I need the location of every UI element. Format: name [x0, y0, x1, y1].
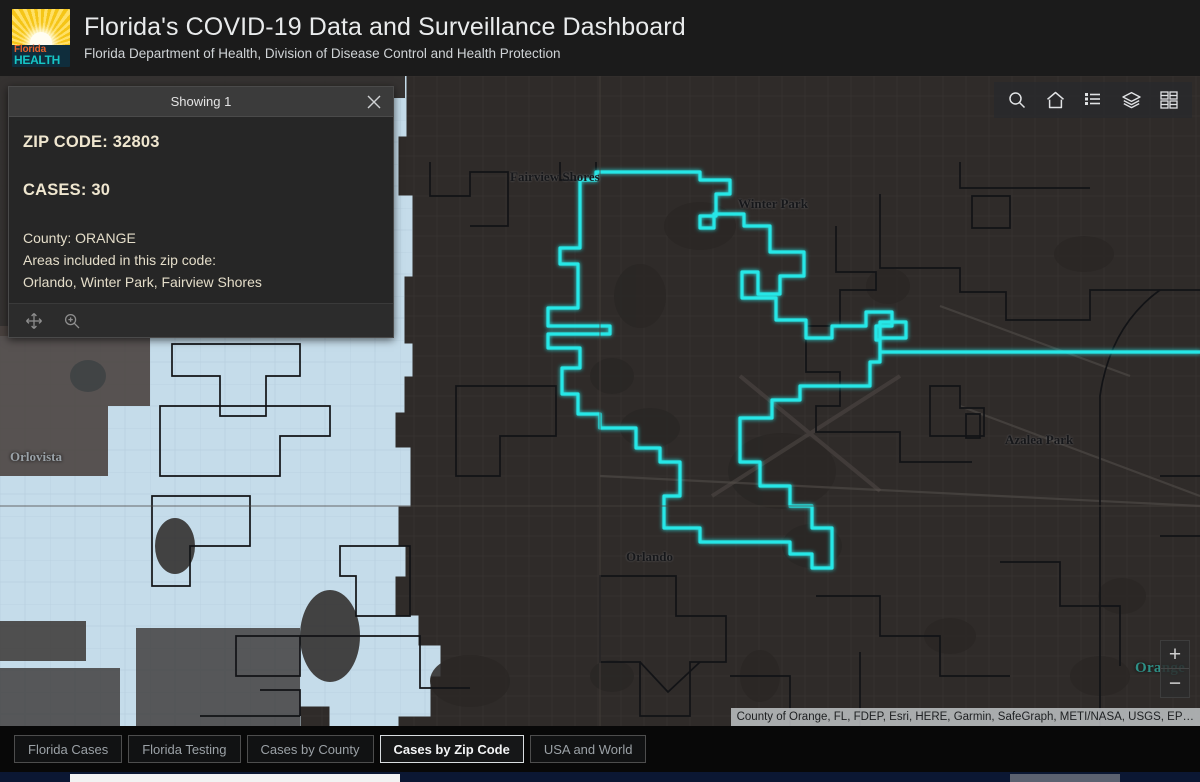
- logo-health-text: HEALTH: [14, 53, 60, 67]
- tab-florida-cases[interactable]: Florida Cases: [14, 735, 123, 763]
- basemap-icon[interactable]: [1156, 87, 1182, 113]
- popup-title: Showing 1: [170, 94, 232, 109]
- legend-icon[interactable]: [1080, 87, 1106, 113]
- header-text-block: Florida's COVID-19 Data and Surveillance…: [84, 12, 686, 64]
- florida-health-logo: Florida HEALTH: [12, 9, 70, 67]
- zoom-in-button[interactable]: +: [1161, 641, 1189, 669]
- app-header: Florida HEALTH Florida's COVID-19 Data a…: [0, 0, 1200, 76]
- background-window-edge: [70, 774, 400, 782]
- layers-icon[interactable]: [1118, 87, 1144, 113]
- zoom-out-button[interactable]: −: [1161, 669, 1189, 697]
- zoom-to-icon[interactable]: [61, 310, 83, 332]
- search-icon[interactable]: [1004, 87, 1030, 113]
- home-icon[interactable]: [1042, 87, 1068, 113]
- map-toolbar[interactable]: [994, 82, 1192, 118]
- popup-areas-label: Areas included in this zip code:: [23, 252, 216, 268]
- popup-zip-code: ZIP CODE: 32803: [23, 133, 160, 151]
- tab-florida-testing[interactable]: Florida Testing: [128, 735, 241, 763]
- tab-cases-by-county[interactable]: Cases by County: [246, 735, 374, 763]
- tab-usa-and-world[interactable]: USA and World: [529, 735, 647, 763]
- zoom-controls[interactable]: + −: [1160, 640, 1190, 698]
- popup-header: Showing 1: [9, 87, 393, 117]
- tab-cases-by-zip-code[interactable]: Cases by Zip Code: [379, 735, 524, 763]
- page-subtitle: Florida Department of Health, Division o…: [84, 46, 561, 61]
- popup-county: County: ORANGE: [23, 230, 136, 246]
- map-attribution[interactable]: County of Orange, FL, FDEP, Esri, HERE, …: [730, 708, 1200, 726]
- popup-footer[interactable]: [9, 303, 393, 337]
- popup-areas-value: Orlando, Winter Park, Fairview Shores: [23, 274, 262, 290]
- pan-icon[interactable]: [23, 310, 45, 332]
- close-icon[interactable]: [363, 91, 385, 113]
- popup-cases: CASES: 30: [23, 181, 111, 199]
- dashboard-tabbar[interactable]: Florida Cases Florida Testing Cases by Cou…: [0, 726, 1200, 772]
- taskbar-item: [1010, 774, 1120, 782]
- page-title: Florida's COVID-19 Data and Surveillance…: [84, 13, 686, 41]
- sunburst-graphic: [12, 9, 70, 54]
- dashboard-window: Florida HEALTH Florida's COVID-19 Data a…: [0, 0, 1200, 782]
- popup-body: ZIP CODE: 32803 CASES: 30 County: ORANGE…: [9, 117, 393, 303]
- feature-popup[interactable]: Showing 1 ZIP CODE: 32803 CASES: 30 Coun…: [8, 86, 394, 338]
